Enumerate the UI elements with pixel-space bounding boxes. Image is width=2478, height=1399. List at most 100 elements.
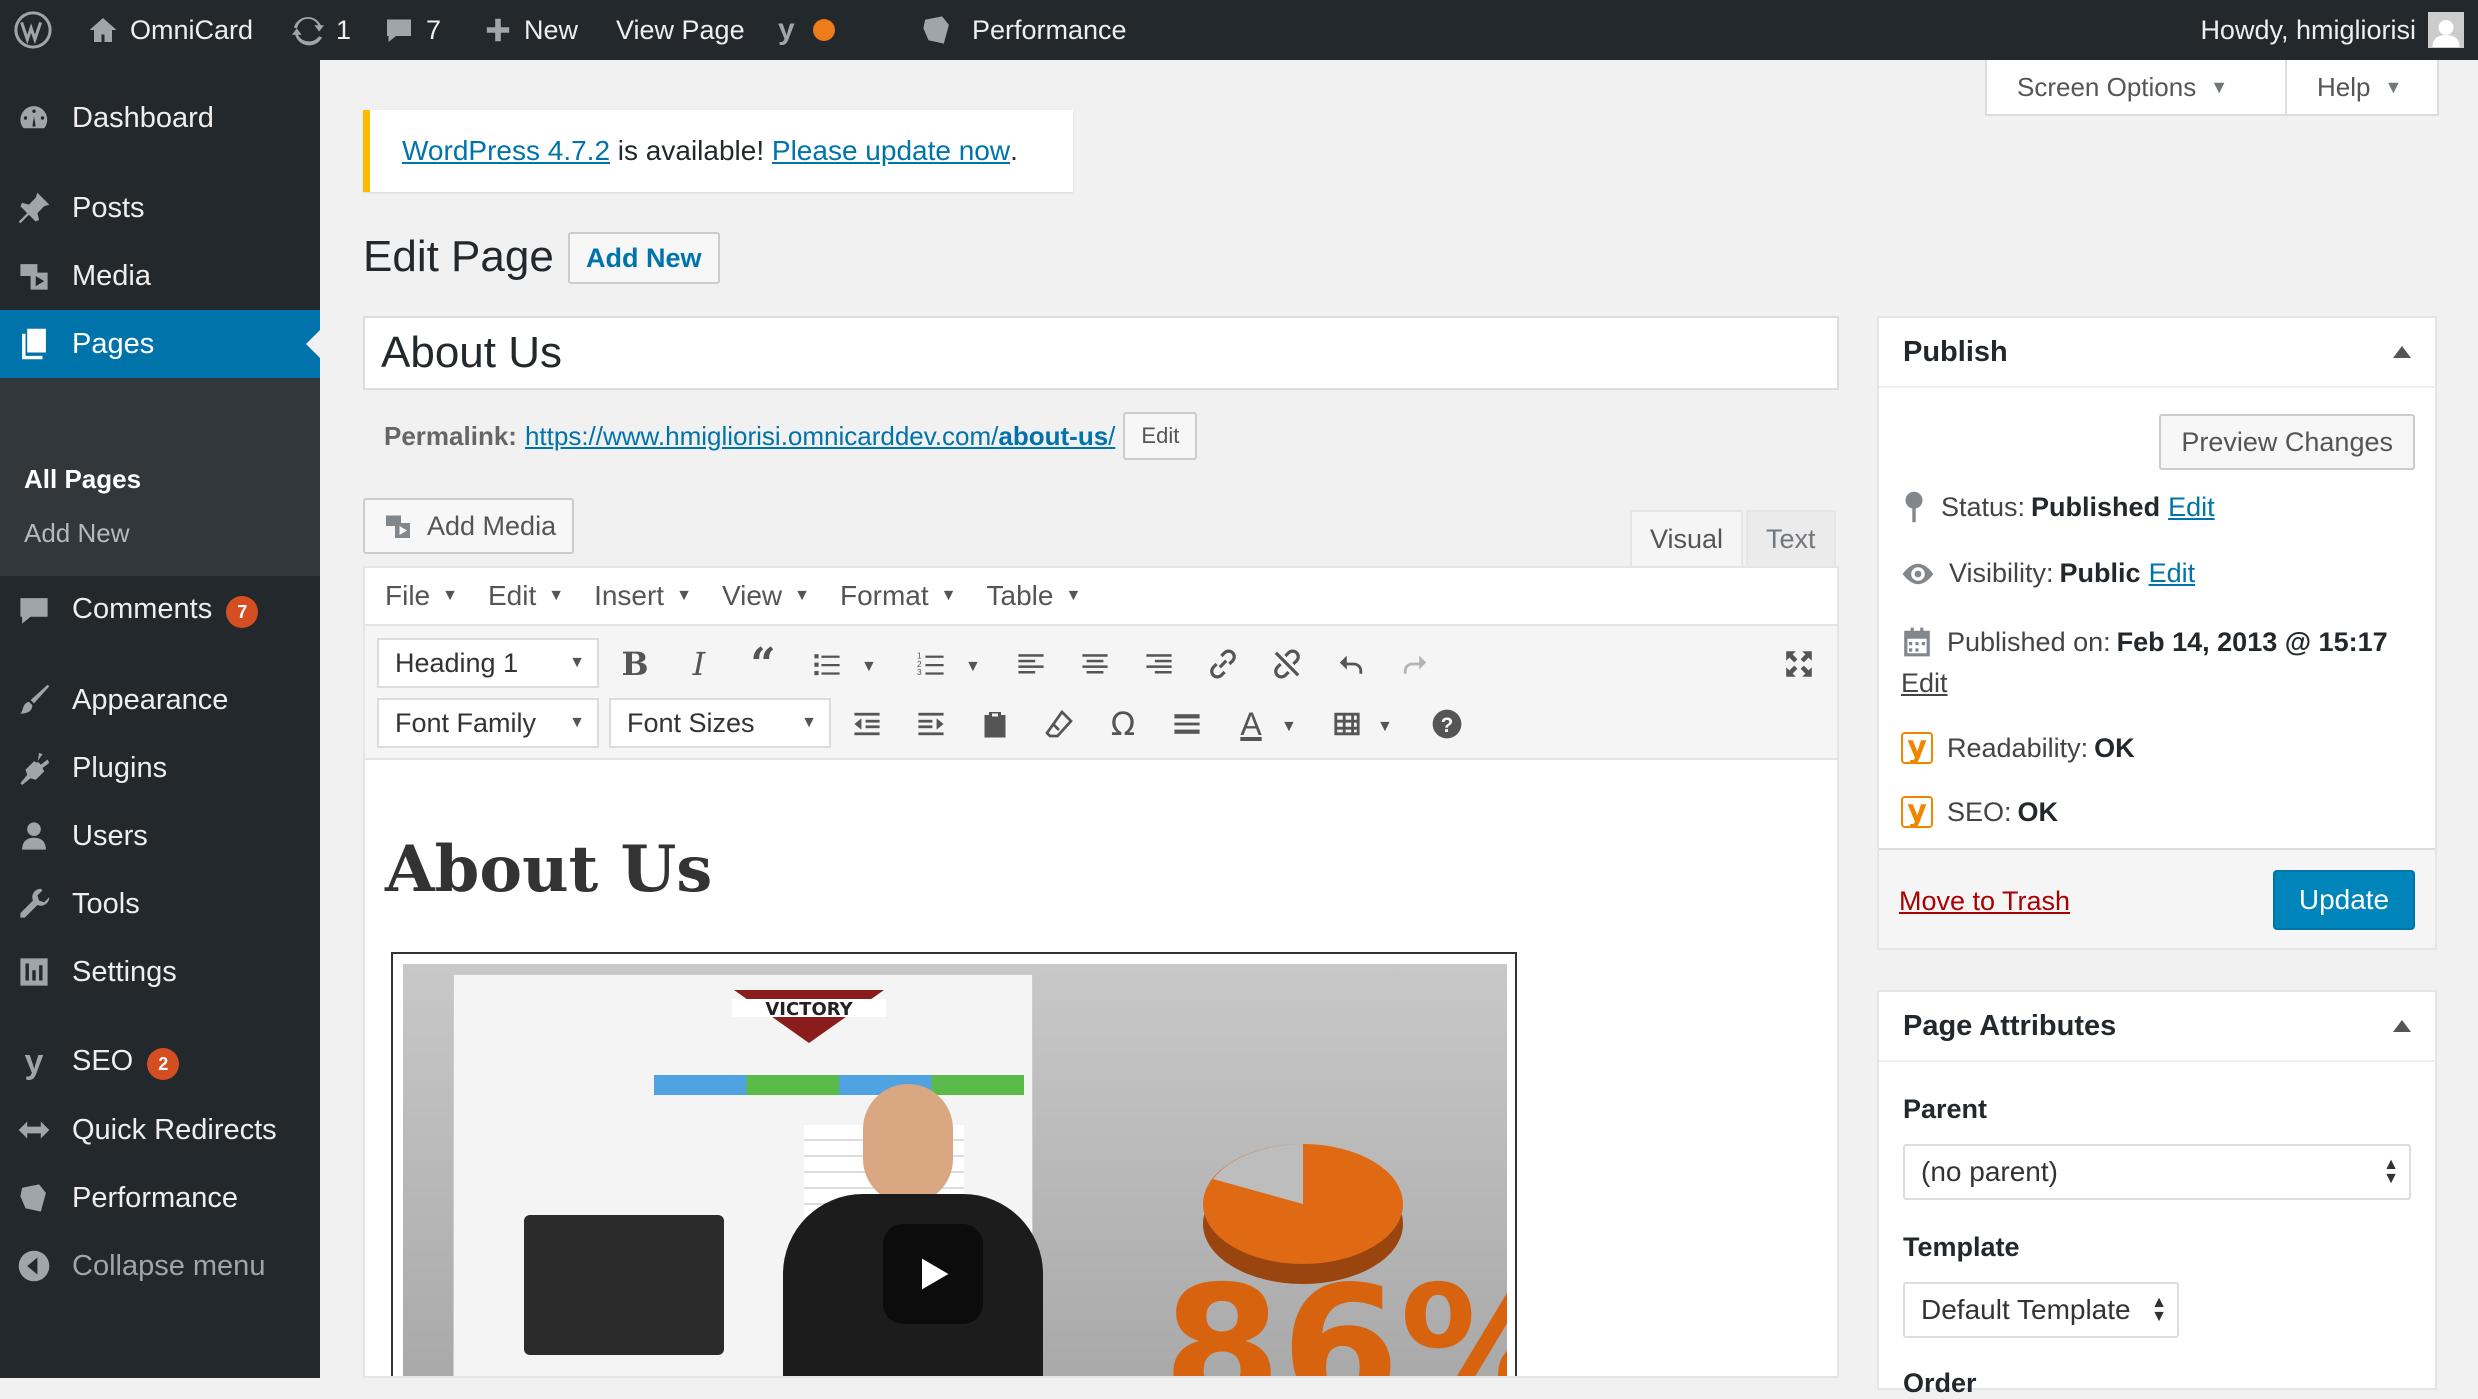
permalink-label: Permalink:	[384, 420, 517, 451]
submenu-add-new[interactable]: Add New	[24, 518, 130, 549]
special-character-icon[interactable]: Ω	[1101, 702, 1145, 746]
collapse-arrow-icon[interactable]	[2393, 1020, 2411, 1032]
updates-link[interactable]: 1	[292, 0, 351, 60]
parent-select[interactable]: (no parent) ▲ ▼	[1903, 1144, 2411, 1200]
clear-formatting-icon[interactable]	[1037, 702, 1081, 746]
blockquote-icon[interactable]: “	[741, 639, 785, 690]
new-content-link[interactable]: New	[484, 0, 578, 60]
comments-link[interactable]: 7	[384, 0, 441, 60]
menu-item-appearance[interactable]: Appearance	[0, 666, 320, 734]
unlink-icon[interactable]	[1265, 642, 1309, 686]
post-title-input[interactable]: About Us	[363, 316, 1839, 390]
collapse-menu-button[interactable]: Collapse menu	[0, 1232, 320, 1300]
menu-item-quick-redirects[interactable]: Quick Redirects	[0, 1096, 320, 1164]
tab-text[interactable]: Text	[1746, 510, 1836, 566]
paste-as-text-icon[interactable]	[973, 702, 1017, 746]
view-page-link[interactable]: View Page	[616, 0, 745, 60]
update-now-link[interactable]: Please update now	[772, 135, 1010, 167]
play-button-icon[interactable]	[883, 1224, 983, 1324]
menu-edit[interactable]: Edit ▼	[488, 580, 564, 612]
undo-icon[interactable]	[1329, 642, 1373, 686]
menu-item-settings[interactable]: Settings	[0, 938, 320, 1006]
horizontal-line-icon[interactable]	[1165, 702, 1209, 746]
add-new-page-button[interactable]: Add New	[568, 232, 720, 284]
edit-permalink-button[interactable]: Edit	[1123, 412, 1198, 460]
menu-item-plugins[interactable]: Plugins	[0, 734, 320, 802]
menu-view[interactable]: View ▼	[722, 580, 810, 612]
numbered-list-icon[interactable]: 123	[909, 642, 953, 686]
preview-changes-button[interactable]: Preview Changes	[2159, 414, 2415, 470]
font-sizes-select[interactable]: Font Sizes ▼	[609, 698, 831, 748]
menu-table-label: Table	[986, 580, 1054, 611]
menu-format[interactable]: Format ▼	[840, 580, 957, 612]
menu-item-tools[interactable]: Tools	[0, 870, 320, 938]
editor-toolbar: Heading 1 ▼ B I “ ▼ 123 ▼ Font Family ▼ Fo…	[365, 626, 1837, 760]
caret-down-icon[interactable]: ▼	[965, 658, 981, 676]
victory-logo: VICTORY	[724, 985, 894, 1045]
permalink-link[interactable]: https://www.hmigliorisi.omnicarddev.com/…	[525, 421, 1115, 452]
font-family-select[interactable]: Font Family ▼	[377, 698, 599, 748]
text-color-icon[interactable]: A	[1229, 702, 1273, 746]
menu-item-performance[interactable]: Performance	[0, 1164, 320, 1232]
menu-item-posts[interactable]: Posts	[0, 174, 320, 242]
menu-table[interactable]: Table ▼	[987, 580, 1082, 612]
update-button[interactable]: Update	[2273, 870, 2415, 930]
menu-item-seo[interactable]: y SEO 2	[0, 1028, 320, 1096]
edit-date-link[interactable]: Edit	[1901, 668, 1948, 699]
wordpress-version-link[interactable]: WordPress 4.7.2	[402, 135, 610, 167]
caret-down-icon: ▼	[2210, 76, 2229, 97]
collapse-arrow-icon[interactable]	[2393, 346, 2411, 358]
bullet-list-icon[interactable]	[805, 642, 849, 686]
page-attributes-box: Page Attributes Parent (no parent) ▲ ▼ Tem…	[1877, 990, 2437, 1398]
menu-item-media[interactable]: Media	[0, 242, 320, 310]
help-button[interactable]: Help ▼	[2285, 60, 2439, 116]
my-account-link[interactable]: Howdy, hmigliorisi	[2200, 0, 2478, 60]
redo-icon[interactable]	[1393, 642, 1437, 686]
template-select[interactable]: Default Template ▲ ▼	[1903, 1282, 2179, 1338]
align-center-icon[interactable]	[1073, 642, 1117, 686]
table-icon[interactable]	[1325, 702, 1369, 746]
editor-content[interactable]: About Us VICTORY 86	[365, 760, 1837, 1376]
page-attributes-header[interactable]: Page Attributes	[1879, 992, 2435, 1062]
fullscreen-icon[interactable]	[1777, 642, 1821, 686]
media-icon	[16, 259, 52, 293]
menu-insert[interactable]: Insert ▼	[594, 580, 692, 612]
menu-item-users[interactable]: Users	[0, 802, 320, 870]
link-icon[interactable]	[1201, 642, 1245, 686]
format-select[interactable]: Heading 1 ▼	[377, 638, 599, 688]
caret-down-icon[interactable]: ▼	[1377, 718, 1393, 736]
italic-icon[interactable]: I	[677, 642, 721, 686]
menu-file[interactable]: File ▼	[385, 580, 458, 612]
help-icon[interactable]: ?	[1425, 702, 1469, 746]
menu-item-pages[interactable]: Pages	[0, 310, 320, 378]
menu-item-dashboard[interactable]: Dashboard	[0, 84, 320, 152]
published-label: Published on:	[1947, 626, 2111, 657]
caret-down-icon[interactable]: ▼	[861, 658, 877, 676]
outdent-icon[interactable]	[845, 702, 889, 746]
performance-adminbar-link[interactable]: Performance	[920, 0, 1127, 60]
yoast-seo-icon: y	[1901, 796, 1933, 828]
align-right-icon[interactable]	[1137, 642, 1181, 686]
menu-label-quick-redirects: Quick Redirects	[72, 1113, 277, 1146]
wordpress-logo-icon[interactable]	[14, 0, 52, 60]
menu-label-users: Users	[72, 819, 148, 852]
submenu-all-pages[interactable]: All Pages	[24, 464, 141, 495]
move-to-trash-link[interactable]: Move to Trash	[1899, 886, 2070, 917]
edit-status-link[interactable]: Edit	[2168, 492, 2215, 523]
embedded-video[interactable]: VICTORY 86%	[391, 952, 1517, 1376]
status-value: Published	[2031, 491, 2161, 522]
bold-icon[interactable]: B	[613, 642, 657, 686]
menu-label-pages: Pages	[72, 327, 155, 360]
menu-item-comments[interactable]: Comments 7	[0, 576, 320, 644]
seo-badge: 2	[147, 1047, 180, 1080]
site-name-link[interactable]: OmniCard	[88, 0, 253, 60]
align-left-icon[interactable]	[1009, 642, 1053, 686]
caret-down-icon[interactable]: ▼	[1281, 718, 1297, 736]
yoast-adminbar-link[interactable]: y	[778, 0, 835, 60]
updates-count: 1	[336, 14, 352, 45]
tab-visual[interactable]: Visual	[1630, 510, 1744, 566]
indent-icon[interactable]	[909, 702, 953, 746]
add-media-button[interactable]: Add Media	[363, 498, 575, 554]
publish-header[interactable]: Publish	[1879, 318, 2435, 388]
edit-visibility-link[interactable]: Edit	[2149, 558, 2196, 589]
